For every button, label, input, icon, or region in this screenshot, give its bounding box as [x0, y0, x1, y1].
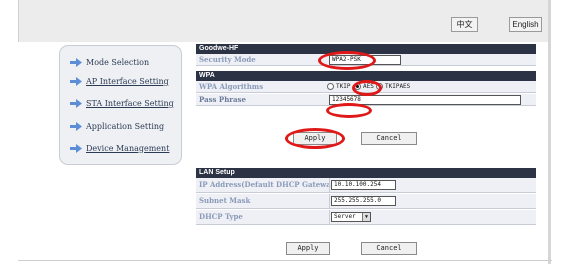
sidebar-item-sta-interface-setting[interactable]: STA Interface Setting [70, 97, 174, 109]
algorithm-option-label: TKIP [336, 83, 351, 90]
chinese-language-button[interactable]: 中文 [451, 17, 478, 32]
sidebar-item-ap-interface-setting[interactable]: AP Interface Setting [70, 75, 169, 87]
wpa-section-header: WPA [196, 71, 536, 81]
radio-button[interactable] [327, 83, 334, 90]
pass-phrase-label: Pass Phrase [199, 95, 246, 104]
cell-divider [329, 194, 330, 209]
radio-button[interactable] [376, 83, 383, 90]
english-language-button[interactable]: English [509, 17, 542, 32]
dhcp-type-value: Server [334, 213, 356, 220]
algorithm-option-aes[interactable]: AES [354, 83, 374, 90]
lan-apply-button[interactable]: Apply [286, 242, 330, 255]
algorithm-option-tkipaes[interactable]: TKIPAES [376, 83, 410, 90]
goodwe-section-header: Goodwe-HF [196, 44, 536, 54]
ip-address-row: IP Address(Default DHCP Gateway) 10.10.1… [196, 178, 536, 193]
lan-section-header: LAN Setup [196, 168, 536, 178]
pass-phrase-input[interactable]: 12345678 [329, 95, 521, 105]
sidebar-item-application-setting[interactable]: Application Setting [70, 120, 164, 132]
sidebar: Mode Selection AP Interface Setting STA … [59, 45, 182, 165]
sidebar-item-label: Application Setting [86, 121, 165, 131]
security-mode-label: Security Mode [199, 55, 256, 64]
arrow-right-icon [70, 57, 82, 67]
arrow-right-icon [70, 76, 82, 86]
security-mode-row: Security Mode WPA2-PSK [196, 54, 536, 66]
algorithm-option-tkip[interactable]: TKIP [327, 83, 350, 90]
subnet-mask-label: Subnet Mask [199, 196, 251, 205]
algorithm-option-label: TKIPAES [385, 83, 411, 90]
dhcp-type-select[interactable]: Server ▼ [331, 212, 371, 222]
subnet-mask-row: Subnet Mask 255.255.255.0 [196, 194, 536, 209]
subnet-mask-input[interactable]: 255.255.255.0 [331, 196, 396, 206]
security-mode-select[interactable]: WPA2-PSK [329, 55, 401, 65]
dhcp-type-row: DHCP Type Server ▼ [196, 210, 536, 225]
lan-cancel-button[interactable]: Cancel [361, 242, 417, 255]
wpa-algorithms-label: WPA Algorithms [199, 82, 264, 91]
page-bottom-divider [18, 260, 552, 261]
sidebar-item-label: STA Interface Setting [86, 98, 174, 108]
dhcp-type-label: DHCP Type [199, 212, 243, 221]
wpa-apply-button[interactable]: Apply [293, 132, 337, 145]
wpa-algorithms-row: WPA Algorithms TKIP AES TKIPAES [196, 81, 536, 93]
sidebar-item-mode-selection[interactable]: Mode Selection [70, 56, 149, 68]
radio-button-selected[interactable] [354, 83, 361, 90]
sidebar-item-label: AP Interface Setting [86, 76, 169, 86]
pass-phrase-row: Pass Phrase 12345678 [196, 94, 536, 106]
ip-address-label: IP Address(Default DHCP Gateway) [199, 180, 339, 189]
wpa-cancel-button[interactable]: Cancel [361, 132, 417, 145]
ip-address-input[interactable]: 10.10.100.254 [331, 180, 396, 190]
arrow-right-icon [70, 98, 82, 108]
page-right-border [548, 0, 551, 264]
algorithm-option-label: AES [363, 83, 374, 90]
arrow-right-icon [70, 121, 82, 131]
sidebar-item-label: Mode Selection [86, 57, 150, 67]
cell-divider [329, 178, 330, 193]
arrow-right-icon [70, 143, 82, 153]
sidebar-item-label: Device Management [86, 143, 170, 153]
cell-divider [329, 210, 330, 225]
chevron-down-icon[interactable]: ▼ [362, 213, 370, 221]
sidebar-item-device-management[interactable]: Device Management [70, 142, 169, 154]
